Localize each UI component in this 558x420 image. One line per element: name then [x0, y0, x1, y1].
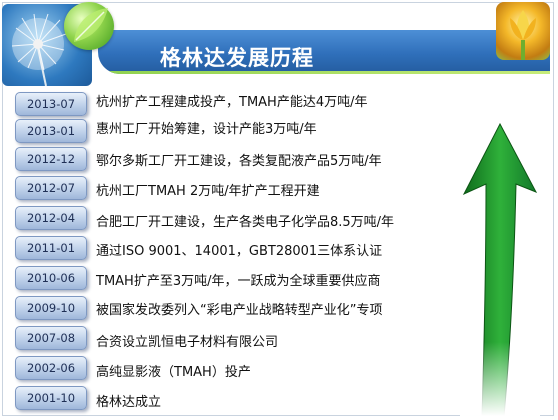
date-badge: 2012-07 [15, 176, 87, 200]
milestone-text: 鄂尔多斯工厂开工建设，各类复配液产品5万吨/年 [96, 154, 382, 169]
date-badge: 2012-12 [15, 147, 87, 171]
date-badge: 2011-01 [15, 236, 87, 260]
milestone-text: 惠州工厂开始筹建，设计产能3万吨/年 [96, 122, 317, 137]
milestone-text: 通过ISO 9001、14001，GBT28001三体系认证 [96, 244, 383, 259]
date-badge: 2013-01 [15, 119, 87, 143]
date-badge: 2002-06 [15, 356, 87, 380]
milestone-text: 格林达成立 [96, 395, 162, 410]
milestone-text: TMAH扩产至3万吨/年，一跃成为全球重要供应商 [96, 274, 381, 289]
date-badge: 2009-10 [15, 296, 87, 320]
milestone-text: 合资设立凯恒电子材料有限公司 [96, 335, 279, 350]
growth-arrow-icon [460, 120, 540, 416]
leaf-icon [64, 2, 114, 50]
date-badge: 2012-04 [15, 206, 87, 230]
page-title: 格林达发展历程 [160, 46, 314, 70]
milestone-text: 被国家发改委列入“彩电产业战略转型产业化”专项 [96, 303, 383, 318]
milestone-text: 杭州扩产工程建成投产，TMAH产能达4万吨/年 [96, 95, 368, 110]
date-badge: 2010-06 [15, 266, 87, 290]
date-badge: 2013-07 [15, 92, 87, 116]
milestone-text: 合肥工厂开工建设，生产各类电子化学品8.5万吨/年 [96, 215, 395, 230]
date-badge: 2007-08 [15, 326, 87, 350]
date-badge: 2001-10 [15, 386, 87, 410]
milestone-text: 高纯显影液（TMAH）投产 [96, 365, 251, 380]
flower-icon [496, 2, 550, 60]
milestone-text: 杭州工厂TMAH 2万吨/年扩产工程开建 [96, 184, 320, 199]
